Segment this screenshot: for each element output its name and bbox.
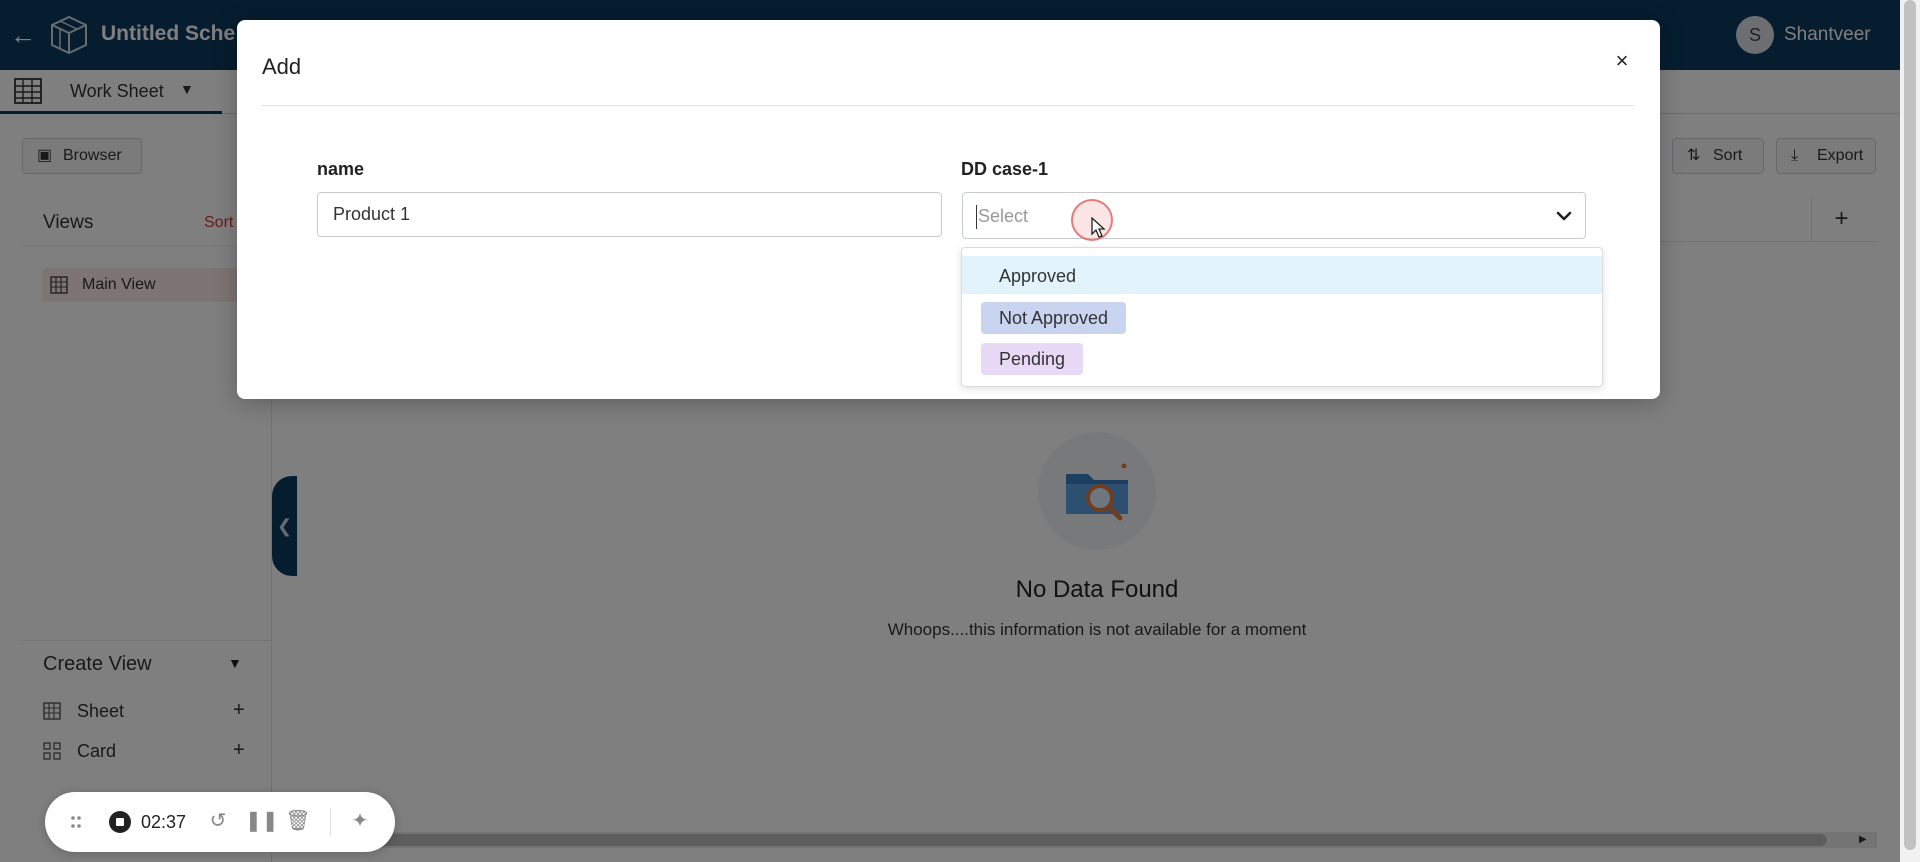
pause-icon[interactable]: ❚❚ [245,808,279,834]
dd-case-select[interactable]: Select [962,192,1586,239]
vertical-scroll-thumb[interactable] [1904,0,1916,850]
add-modal: Add × name DD case-1 Select Approved Not… [237,20,1660,399]
click-effect-icon[interactable]: ✦ [347,808,373,834]
screen-recorder-widget: 02:37 ↺ ❚❚ 🗑 ✦ [45,792,395,852]
recording-timer: 02:37 [141,812,187,832]
stop-recording-button[interactable] [109,811,131,833]
option-not-approved[interactable]: Not Approved [962,298,1602,336]
dd-options-menu: Approved Not Approved Pending [961,247,1603,387]
option-pending[interactable]: Pending [962,339,1602,377]
option-approved-label: Approved [999,266,1077,286]
option-approved[interactable]: Approved [962,256,1602,294]
option-not-approved-label: Not Approved [981,302,1127,334]
name-field-label: name [317,159,365,179]
recorder-divider [330,808,331,836]
name-input[interactable] [317,192,942,237]
select-placeholder: Select [976,205,1028,229]
drag-handle-icon[interactable] [69,810,83,834]
mouse-cursor-icon [1091,217,1106,238]
vertical-scrollbar[interactable] [1900,0,1920,862]
restart-icon[interactable]: ↺ [205,808,231,834]
modal-divider [262,105,1635,106]
chevron-down-icon[interactable] [1551,203,1577,229]
option-pending-label: Pending [981,343,1084,375]
close-icon[interactable]: × [1607,46,1637,76]
modal-title: Add [262,54,302,79]
trash-icon[interactable]: 🗑 [285,808,311,834]
dd-field-label: DD case-1 [961,159,1049,179]
